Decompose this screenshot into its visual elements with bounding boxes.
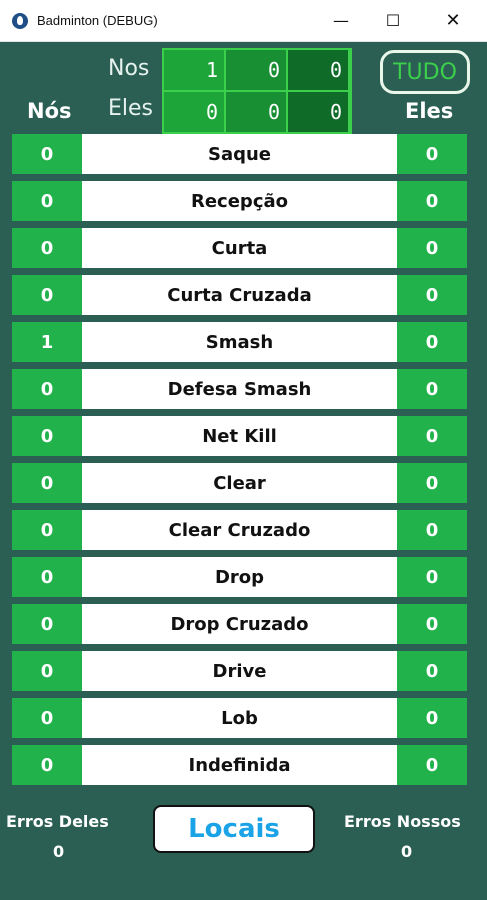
nos-count-button[interactable]: 0 <box>12 604 82 644</box>
maximize-button[interactable]: ☐ <box>370 0 416 41</box>
close-button[interactable]: ✕ <box>430 0 476 41</box>
nos-count-button[interactable]: 0 <box>12 651 82 691</box>
eles-count-button[interactable]: 0 <box>397 510 467 550</box>
eles-count-button[interactable]: 0 <box>397 181 467 221</box>
score-nos-game-1: 1 <box>164 50 224 90</box>
action-label: Smash <box>82 322 397 362</box>
action-label: Saque <box>82 134 397 174</box>
erros-deles-value: 0 <box>53 842 65 861</box>
nos-count-button[interactable]: 0 <box>12 181 82 221</box>
nos-count-button[interactable]: 0 <box>12 369 82 409</box>
eles-count-button[interactable]: 0 <box>397 416 467 456</box>
action-label: Drop Cruzado <box>82 604 397 644</box>
score-nos-game-3: 0 <box>288 50 348 90</box>
nos-row-label: Nos <box>108 56 150 81</box>
stat-row: 0 Defesa Smash 0 <box>12 369 467 409</box>
window-titlebar: Badminton (DEBUG) — ☐ ✕ <box>0 0 487 42</box>
nos-count-button[interactable]: 0 <box>12 510 82 550</box>
score-eles-game-3: 0 <box>288 92 348 132</box>
action-label: Recepção <box>82 181 397 221</box>
action-label: Curta <box>82 228 397 268</box>
eles-count-button[interactable]: 0 <box>397 322 467 362</box>
stat-row: 0 Lob 0 <box>12 698 467 738</box>
action-label: Defesa Smash <box>82 369 397 409</box>
eles-count-button[interactable]: 0 <box>397 228 467 268</box>
nos-count-button[interactable]: 0 <box>12 463 82 503</box>
action-label: Clear <box>82 463 397 503</box>
action-label: Clear Cruzado <box>82 510 397 550</box>
locais-button[interactable]: Locais <box>153 805 315 853</box>
eles-count-button[interactable]: 0 <box>397 745 467 785</box>
stat-row: 0 Curta Cruzada 0 <box>12 275 467 315</box>
nos-count-button[interactable]: 0 <box>12 745 82 785</box>
eles-count-button[interactable]: 0 <box>397 698 467 738</box>
score-nos-game-2: 0 <box>226 50 286 90</box>
nos-column-label: Nós <box>27 99 72 123</box>
stat-row: 0 Recepção 0 <box>12 181 467 221</box>
eles-row-label: Eles <box>108 96 154 121</box>
nos-count-button[interactable]: 0 <box>12 134 82 174</box>
nos-count-button[interactable]: 0 <box>12 416 82 456</box>
nos-count-button[interactable]: 1 <box>12 322 82 362</box>
nos-count-button[interactable]: 0 <box>12 275 82 315</box>
stat-row: 0 Drop 0 <box>12 557 467 597</box>
action-label: Drop <box>82 557 397 597</box>
stat-row: 0 Clear 0 <box>12 463 467 503</box>
nos-count-button[interactable]: 0 <box>12 557 82 597</box>
action-label: Indefinida <box>82 745 397 785</box>
scoreboard: 1 0 0 0 0 0 <box>162 48 352 136</box>
stat-row: 0 Clear Cruzado 0 <box>12 510 467 550</box>
stat-row: 0 Saque 0 <box>12 134 467 174</box>
eles-column-label: Eles <box>405 99 454 123</box>
eles-count-button[interactable]: 0 <box>397 134 467 174</box>
minimize-button[interactable]: — <box>318 0 364 41</box>
score-eles-game-2: 0 <box>226 92 286 132</box>
erros-deles-label: Erros Deles <box>6 812 109 831</box>
stat-row: 0 Drive 0 <box>12 651 467 691</box>
eles-count-button[interactable]: 0 <box>397 463 467 503</box>
action-label: Drive <box>82 651 397 691</box>
tudo-button[interactable]: TUDO <box>380 50 470 94</box>
nos-count-button[interactable]: 0 <box>12 698 82 738</box>
app-area: Nos Eles Nós Eles 1 0 0 0 0 0 TUDO 0 Saqu… <box>0 42 487 900</box>
stat-row: 0 Net Kill 0 <box>12 416 467 456</box>
erros-nossos-label: Erros Nossos <box>344 812 461 831</box>
erros-nossos-value: 0 <box>401 842 413 861</box>
stat-row: 0 Indefinida 0 <box>12 745 467 785</box>
stat-row: 0 Curta 0 <box>12 228 467 268</box>
action-label: Net Kill <box>82 416 397 456</box>
nos-count-button[interactable]: 0 <box>12 228 82 268</box>
stat-row: 0 Drop Cruzado 0 <box>12 604 467 644</box>
eles-count-button[interactable]: 0 <box>397 369 467 409</box>
app-icon <box>12 12 28 29</box>
window-title: Badminton (DEBUG) <box>37 13 158 28</box>
score-eles-game-1: 0 <box>164 92 224 132</box>
eles-count-button[interactable]: 0 <box>397 557 467 597</box>
eles-count-button[interactable]: 0 <box>397 604 467 644</box>
eles-count-button[interactable]: 0 <box>397 275 467 315</box>
action-label: Lob <box>82 698 397 738</box>
eles-count-button[interactable]: 0 <box>397 651 467 691</box>
action-label: Curta Cruzada <box>82 275 397 315</box>
stat-row: 1 Smash 0 <box>12 322 467 362</box>
